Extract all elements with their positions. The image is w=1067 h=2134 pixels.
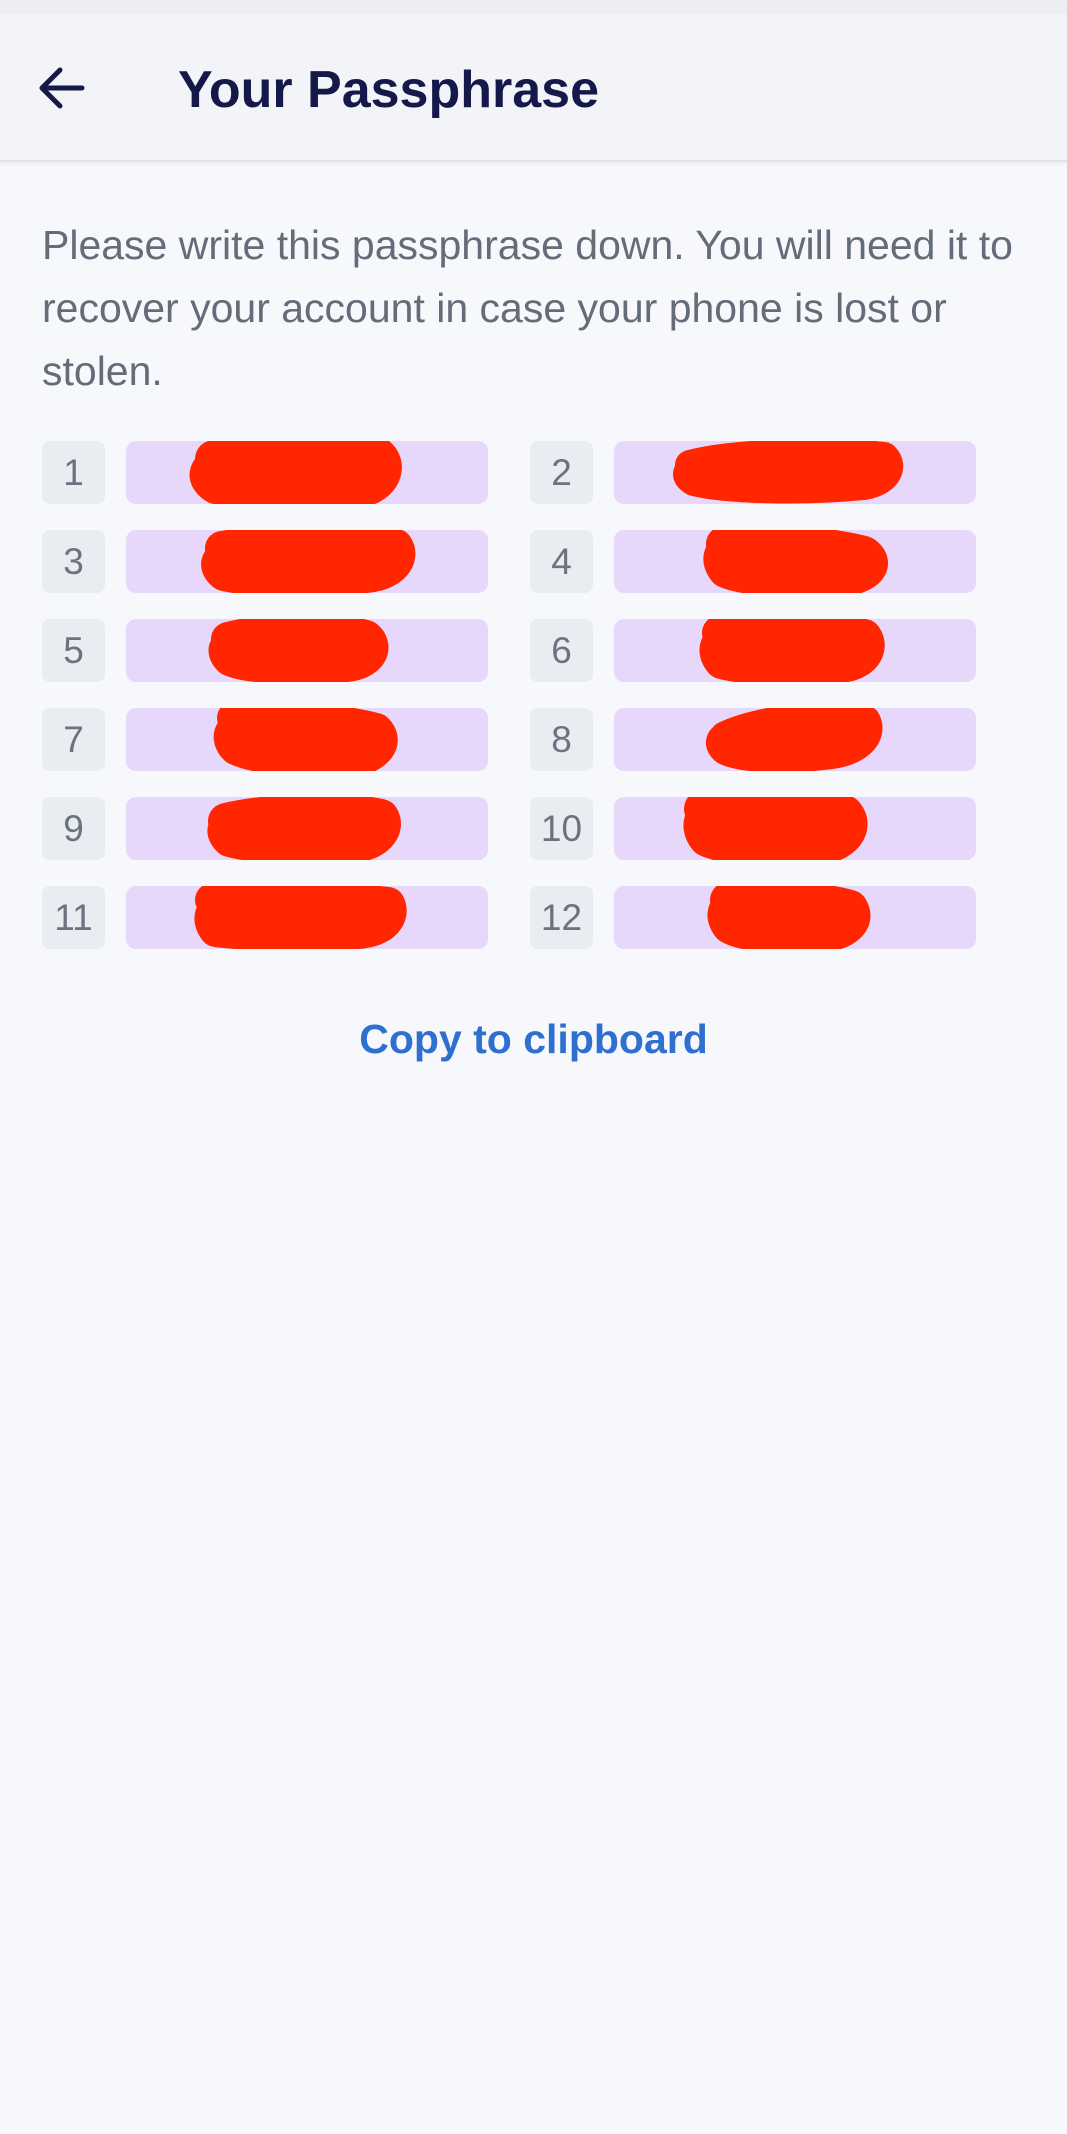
word-chip	[614, 797, 976, 860]
passphrase-word-1: 1	[42, 441, 492, 504]
redaction-scribble	[207, 797, 401, 860]
passphrase-word-8: 8	[530, 708, 980, 771]
word-index: 2	[530, 441, 593, 504]
word-index: 7	[42, 708, 105, 771]
redaction-scribble	[213, 708, 398, 771]
redaction-scribble	[194, 886, 407, 949]
redaction-scribble	[189, 441, 402, 504]
word-index: 1	[42, 441, 105, 504]
status-bar	[0, 0, 1067, 14]
word-chip	[614, 886, 976, 949]
redaction-scribble	[683, 797, 868, 860]
passphrase-word-12: 12	[530, 886, 980, 949]
passphrase-word-7: 7	[42, 708, 492, 771]
word-index: 8	[530, 708, 593, 771]
word-chip	[126, 886, 488, 949]
word-chip	[614, 708, 976, 771]
passphrase-word-10: 10	[530, 797, 980, 860]
arrow-left-icon	[38, 66, 86, 115]
page-title: Your Passphrase	[178, 61, 600, 119]
word-index: 9	[42, 797, 105, 860]
word-chip	[126, 530, 488, 593]
redaction-scribble	[699, 619, 885, 682]
passphrase-word-5: 5	[42, 619, 492, 682]
passphrase-word-2: 2	[530, 441, 980, 504]
word-chip	[126, 708, 488, 771]
passphrase-word-6: 6	[530, 619, 980, 682]
word-index: 12	[530, 886, 593, 949]
redaction-scribble	[706, 708, 883, 771]
redaction-scribble	[703, 530, 888, 593]
redaction-scribble	[707, 886, 871, 949]
word-chip	[614, 441, 976, 504]
redaction-scribble	[208, 619, 389, 682]
passphrase-word-11: 11	[42, 886, 492, 949]
word-chip	[126, 441, 488, 504]
word-index: 11	[42, 886, 105, 949]
word-index: 3	[42, 530, 105, 593]
word-chip	[614, 619, 976, 682]
word-chip	[126, 619, 488, 682]
back-button[interactable]	[30, 58, 94, 122]
copy-to-clipboard-button[interactable]: Copy to clipboard	[0, 1016, 1067, 1063]
passphrase-word-4: 4	[530, 530, 980, 593]
instructions-text: Please write this passphrase down. You w…	[42, 222, 1013, 394]
passphrase-word-9: 9	[42, 797, 492, 860]
word-index: 6	[530, 619, 593, 682]
redaction-scribble	[201, 530, 416, 593]
word-index: 4	[530, 530, 593, 593]
app-bar: Your Passphrase	[0, 14, 1067, 162]
word-index: 5	[42, 619, 105, 682]
passphrase-word-3: 3	[42, 530, 492, 593]
redaction-scribble	[673, 441, 904, 504]
word-index: 10	[530, 797, 593, 860]
word-chip	[614, 530, 976, 593]
word-chip	[126, 797, 488, 860]
